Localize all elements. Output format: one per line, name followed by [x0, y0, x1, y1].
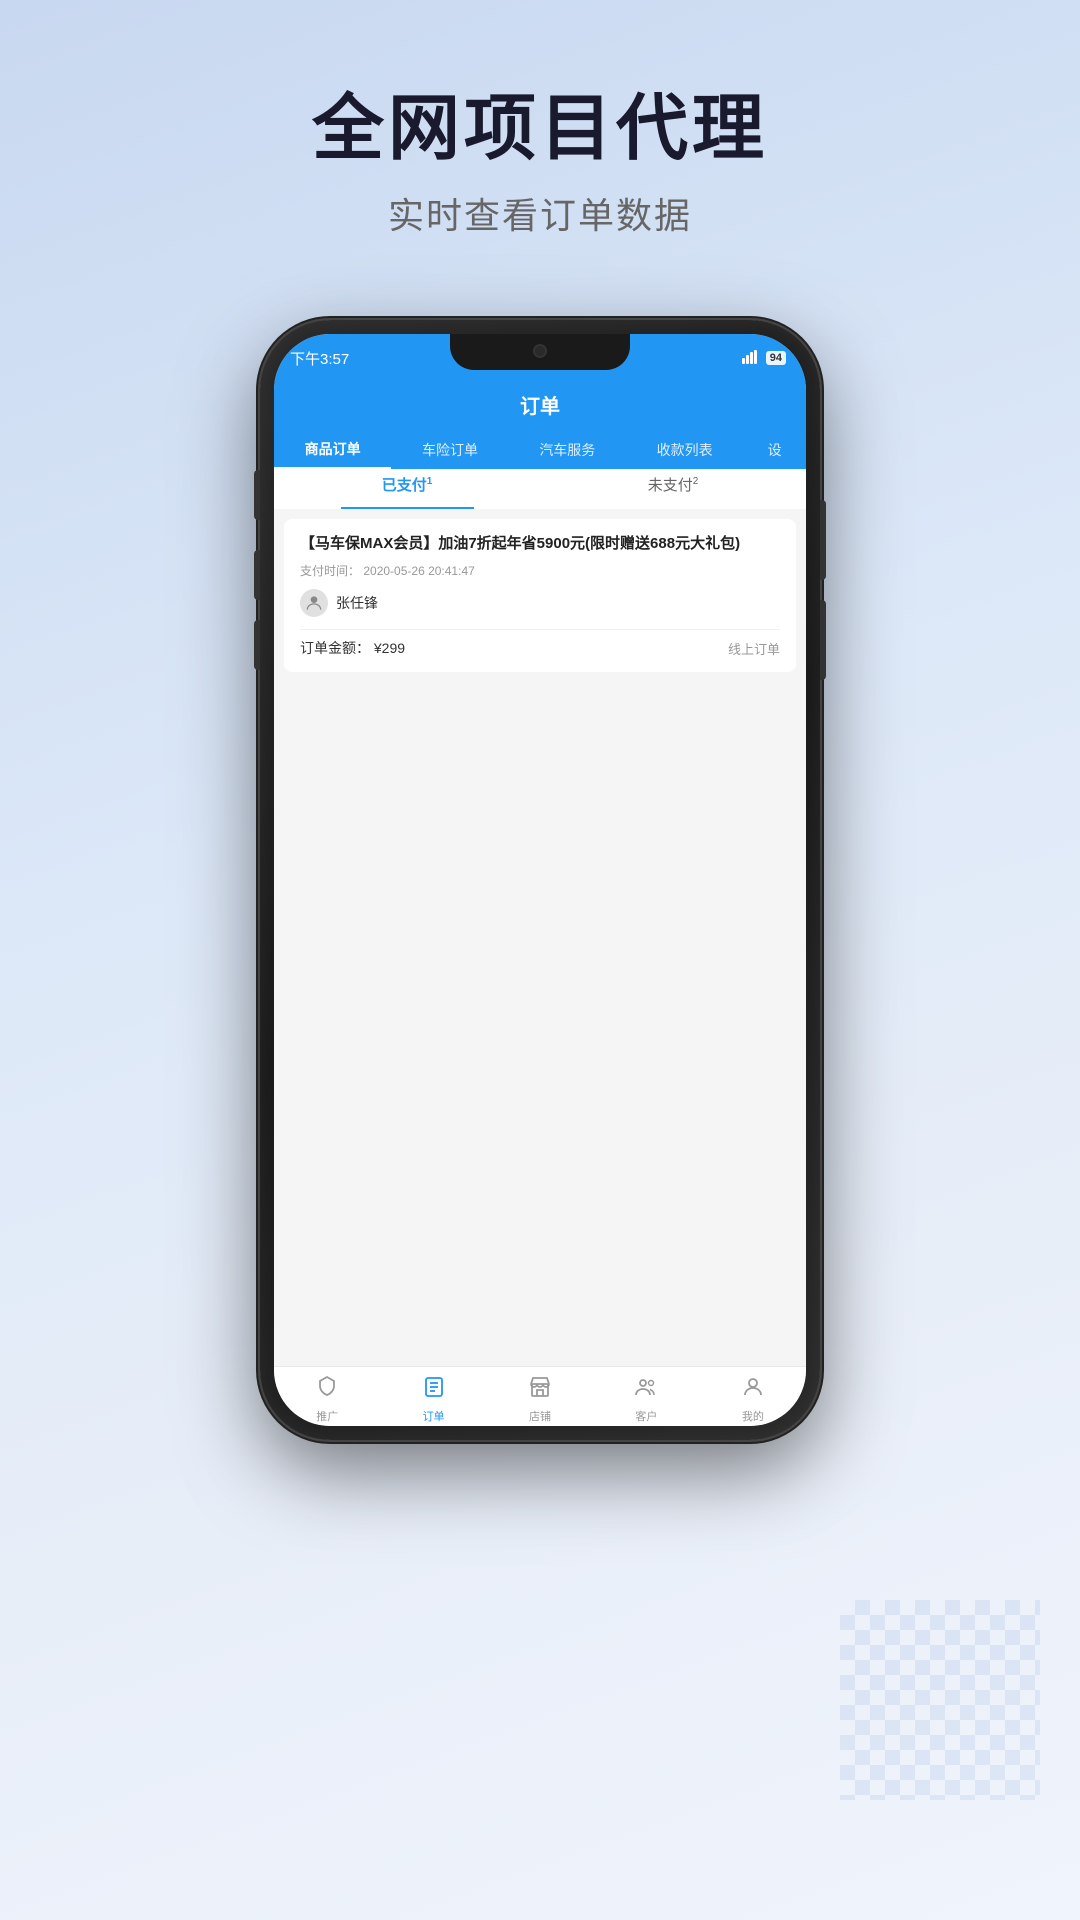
order-amount: 订单金额： ¥299	[300, 638, 405, 658]
camera-cutout	[533, 344, 547, 358]
tab-car-insurance[interactable]: 车险订单	[391, 432, 508, 468]
user-name: 张任锋	[336, 593, 378, 613]
bottom-nav-item-mine[interactable]: 我的	[700, 1369, 806, 1424]
battery-icon: 94	[766, 351, 786, 365]
app-header: 订单 商品订单 车险订单 汽车服务 收款列表 设	[274, 378, 806, 469]
order-type: 线上订单	[728, 639, 780, 658]
shield-icon	[315, 1375, 339, 1405]
order-user: 张任锋	[300, 589, 780, 617]
checker-pattern	[840, 1600, 1040, 1800]
person-icon	[741, 1375, 765, 1405]
content-area: 【马车保MAX会员】加油7折起年省5900元(限时赠送688元大礼包) 支付时间…	[274, 509, 806, 1366]
nav-label-promote: 推广	[316, 1408, 338, 1424]
nav-label-store: 店铺	[529, 1408, 551, 1424]
phone-screen: 下午3:57 94	[274, 334, 806, 1426]
phone-notch	[450, 334, 630, 370]
person-group-icon	[634, 1375, 658, 1405]
nav-label-order: 订单	[423, 1408, 445, 1424]
status-time: 下午3:57	[290, 344, 349, 369]
order-divider	[300, 629, 780, 630]
phone-frame: 下午3:57 94	[260, 320, 820, 1440]
tab-goods-order[interactable]: 商品订单	[274, 431, 391, 469]
headline-area: 全网项目代理 实时查看订单数据	[0, 90, 1080, 239]
tab-payment-list[interactable]: 收款列表	[626, 432, 743, 468]
nav-label-mine: 我的	[742, 1408, 764, 1424]
tab-car-service[interactable]: 汽车服务	[509, 432, 626, 468]
list-icon	[422, 1375, 446, 1405]
phone-mockup: 下午3:57 94	[260, 320, 820, 1440]
order-product-title: 【马车保MAX会员】加油7折起年省5900元(限时赠送688元大礼包)	[300, 533, 780, 554]
status-icons: 94	[742, 346, 786, 367]
bottom-nav-item-promote[interactable]: 推广	[274, 1369, 380, 1424]
tab-navigation: 商品订单 车险订单 汽车服务 收款列表 设	[274, 431, 806, 469]
nav-label-customer: 客户	[635, 1408, 657, 1424]
order-pay-time: 支付时间： 2020-05-26 20:41:47	[300, 562, 780, 579]
headline-main: 全网项目代理	[0, 90, 1080, 169]
app-title: 订单	[274, 390, 806, 431]
bottom-navigation: 推广 订单	[274, 1366, 806, 1426]
tab-settings[interactable]: 设	[743, 432, 806, 468]
order-card: 【马车保MAX会员】加油7折起年省5900元(限时赠送688元大礼包) 支付时间…	[284, 519, 796, 672]
order-footer: 订单金额： ¥299 线上订单	[300, 638, 780, 658]
user-avatar	[300, 589, 328, 617]
bottom-nav-item-order[interactable]: 订单	[380, 1369, 486, 1424]
network-icon	[742, 350, 760, 367]
bottom-nav-item-customer[interactable]: 客户	[593, 1369, 699, 1424]
store-icon	[528, 1375, 552, 1405]
headline-sub: 实时查看订单数据	[0, 187, 1080, 239]
bottom-nav-item-store[interactable]: 店铺	[487, 1369, 593, 1424]
